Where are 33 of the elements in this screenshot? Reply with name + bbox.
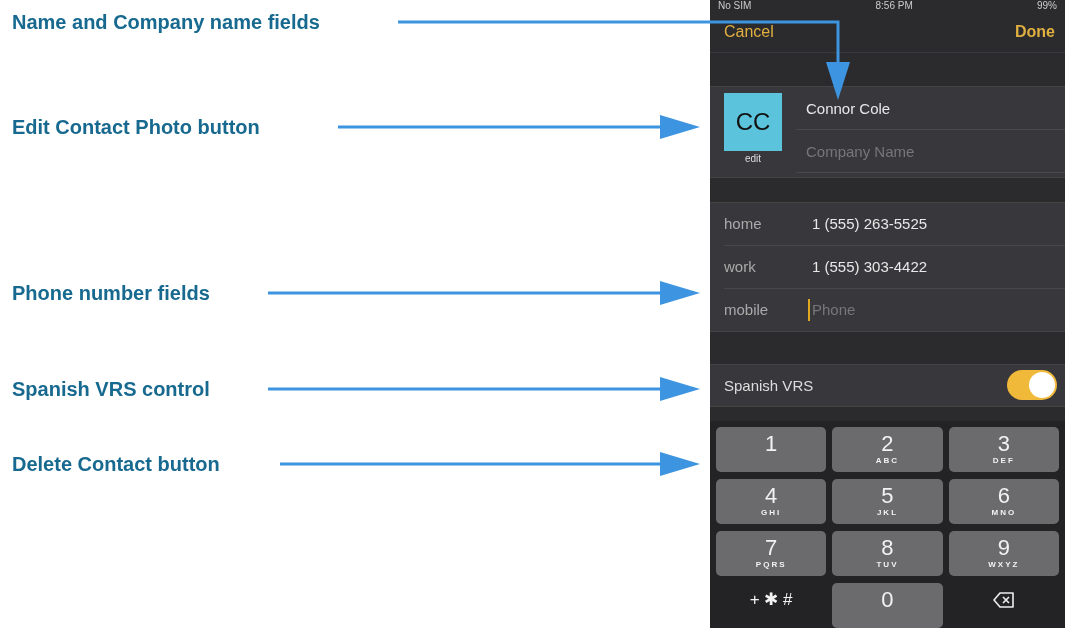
keypad-key[interactable]: 9 WXYZ [948,531,1059,576]
toggle-switch[interactable] [1007,370,1057,401]
contact-photo-button[interactable]: CC [724,93,782,151]
done-button[interactable]: Done [1015,22,1055,41]
keypad-key[interactable]: 8 TUV [832,531,943,576]
carrier-text: No SIM [718,0,752,11]
edit-photo-link[interactable]: edit [744,153,762,164]
phone-label[interactable]: home [724,215,808,233]
phone-label[interactable]: mobile [724,301,808,319]
keypad-key[interactable]: 4 GHI [716,479,827,524]
callout-label: Spanish VRS control [12,377,210,401]
keypad-key[interactable]: 6 MNO [948,479,1059,524]
keypad-key[interactable]: 0 [832,583,943,628]
phone-field[interactable]: Phone [808,298,1065,321]
callout-label: Name and Company name fields [12,10,320,34]
symbols-key[interactable]: + ✱ # [716,583,827,628]
backspace-icon [992,592,1015,608]
callout-label: Delete Contact button [12,452,220,476]
phone-field[interactable]: 1 (555) 303-4422 [808,255,1065,278]
keypad-key[interactable]: 1 [716,427,827,472]
clock-text: 8:56 PM [875,0,913,11]
phone-label[interactable]: work [724,258,808,276]
spanish-vrs-label: Spanish VRS [724,376,814,394]
company-field[interactable]: Company Name [796,130,1065,173]
keypad-key[interactable]: 3 DEF [948,427,1059,472]
keypad-key[interactable]: 7 PQRS [716,531,827,576]
phone-field[interactable]: 1 (555) 263-5525 [808,212,1065,235]
callout-label: Phone number fields [12,281,210,305]
keypad-key[interactable]: 5 JKL [832,479,943,524]
callout-label: Edit Contact Photo button [12,115,260,139]
battery-text: 99% [1036,0,1057,11]
cancel-button[interactable]: Cancel [724,22,774,41]
keypad-key[interactable]: 2 ABC [832,427,943,472]
